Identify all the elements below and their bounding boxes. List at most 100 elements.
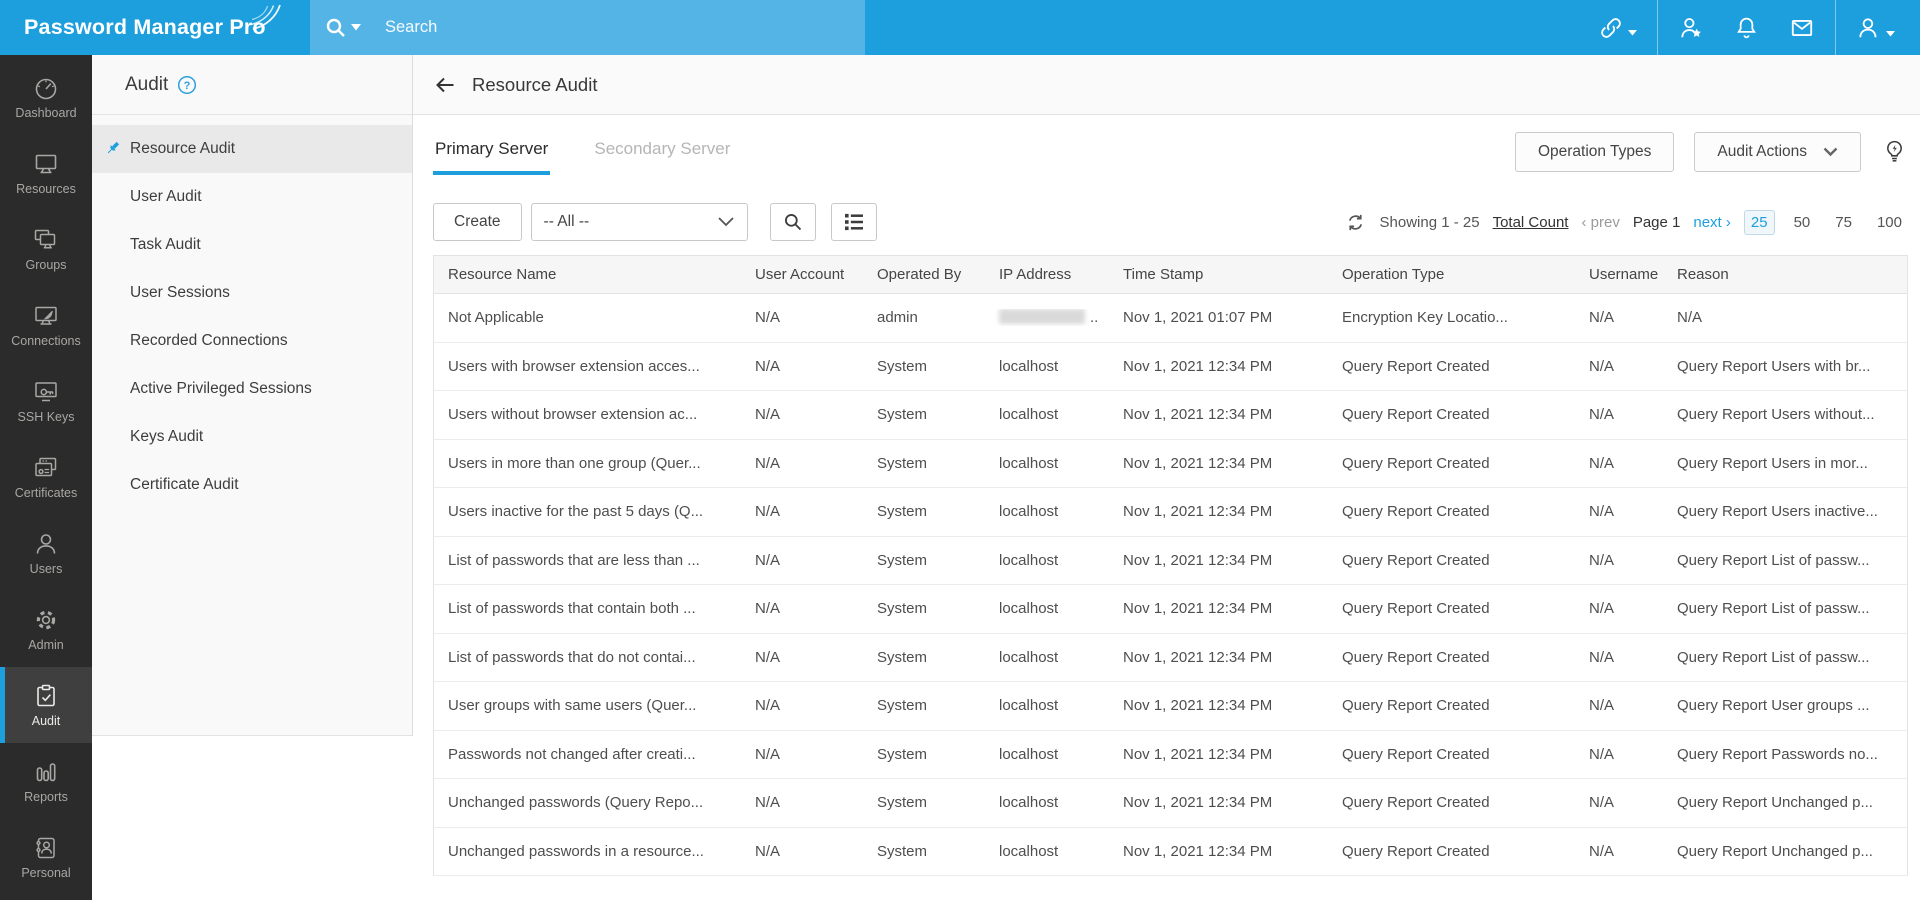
audit-actions-button[interactable]: Audit Actions <box>1694 132 1861 172</box>
back-arrow-icon[interactable] <box>433 73 457 97</box>
cell-time-stamp: Nov 1, 2021 12:34 PM <box>1115 794 1334 811</box>
cell-time-stamp: Nov 1, 2021 12:34 PM <box>1115 649 1334 666</box>
column-header[interactable]: Username <box>1581 266 1669 283</box>
ip-text: localhost <box>999 552 1058 569</box>
total-count-link[interactable]: Total Count <box>1493 214 1569 231</box>
column-header[interactable]: Time Stamp <box>1115 266 1334 283</box>
next-page-link[interactable]: next › <box>1693 214 1731 231</box>
resources-icon <box>33 151 59 177</box>
search-icon <box>324 16 348 40</box>
column-header[interactable]: Operation Type <box>1334 266 1581 283</box>
cell-username: N/A <box>1581 455 1669 472</box>
sidebar-item-dashboard[interactable]: Dashboard <box>0 59 92 135</box>
prev-page-link[interactable]: ‹ prev <box>1581 214 1619 231</box>
page-size-100[interactable]: 100 <box>1871 211 1908 234</box>
profile-icon[interactable] <box>1841 0 1910 55</box>
cell-reason: Query Report Unchanged p... <box>1669 843 1907 860</box>
menu-item-task-audit[interactable]: Task Audit <box>92 221 412 269</box>
operation-types-button[interactable]: Operation Types <box>1515 132 1674 172</box>
topbar-divider <box>1657 0 1658 55</box>
table-row[interactable]: Users in more than one group (Quer... N/… <box>434 440 1907 489</box>
column-header[interactable]: User Account <box>747 266 869 283</box>
cell-user-account: N/A <box>747 600 869 617</box>
notifications-bell-icon[interactable] <box>1719 0 1774 55</box>
cell-operation-type: Query Report Created <box>1334 552 1581 569</box>
table-row[interactable]: Unchanged passwords in a resource... N/A… <box>434 828 1907 877</box>
sidebar-item-connections[interactable]: Connections <box>0 287 92 363</box>
column-header[interactable]: Resource Name <box>434 266 747 283</box>
ip-text: .. <box>1090 309 1098 326</box>
menu-item-resource-audit[interactable]: Resource Audit <box>92 125 412 173</box>
cell-resource-name: List of passwords that are less than ... <box>434 552 747 569</box>
sidebar-item-reports[interactable]: Reports <box>0 743 92 819</box>
help-icon[interactable]: ? <box>177 75 197 95</box>
table-row[interactable]: Users with browser extension acces... N/… <box>434 343 1907 392</box>
sidebar-item-label: Personal <box>21 866 70 880</box>
tab-secondary-server[interactable]: Secondary Server <box>592 129 732 175</box>
cell-operated-by: System <box>869 503 991 520</box>
sidebar-item-users[interactable]: Users <box>0 515 92 591</box>
top-bar: Password Manager Pro Search <box>0 0 1920 55</box>
table-row[interactable]: Not Applicable N/A admin .. Nov 1, 2021 … <box>434 294 1907 343</box>
column-chooser-button[interactable] <box>831 203 877 241</box>
menu-item-certificate-audit[interactable]: Certificate Audit <box>92 461 412 509</box>
search-caret-icon[interactable] <box>351 24 361 31</box>
cell-resource-name: List of passwords that contain both ... <box>434 600 747 617</box>
table-toolbar: Create -- All -- <box>433 203 1908 241</box>
cell-reason: N/A <box>1669 309 1907 326</box>
tab-primary-server[interactable]: Primary Server <box>433 129 550 175</box>
audit-menu-title: Audit <box>125 74 168 96</box>
quick-connect-icon[interactable] <box>1583 0 1652 55</box>
table-row[interactable]: List of passwords that contain both ... … <box>434 585 1907 634</box>
menu-item-label: User Audit <box>130 188 202 206</box>
sidebar-item-groups[interactable]: Groups <box>0 211 92 287</box>
menu-item-user-sessions[interactable]: User Sessions <box>92 269 412 317</box>
page-size-50[interactable]: 50 <box>1788 211 1817 234</box>
search-icon <box>783 212 803 232</box>
menu-item-label: Keys Audit <box>130 428 203 446</box>
table-row[interactable]: Passwords not changed after creati... N/… <box>434 731 1907 780</box>
page-size-75[interactable]: 75 <box>1829 211 1858 234</box>
sidebar-item-personal[interactable]: Personal <box>0 819 92 895</box>
topbar-divider <box>1835 0 1836 55</box>
column-header[interactable]: Reason <box>1669 266 1907 283</box>
cell-ip-address: localhost <box>991 649 1115 666</box>
sidebar-item-admin[interactable]: Admin <box>0 591 92 667</box>
filter-select[interactable]: -- All -- <box>531 203 748 241</box>
pushpin-icon[interactable] <box>105 140 123 158</box>
ip-text: localhost <box>999 697 1058 714</box>
menu-item-recorded-connections[interactable]: Recorded Connections <box>92 317 412 365</box>
cell-user-account: N/A <box>747 697 869 714</box>
column-header[interactable]: Operated By <box>869 266 991 283</box>
page-indicator: Page 1 <box>1633 214 1681 231</box>
cell-time-stamp: Nov 1, 2021 01:07 PM <box>1115 309 1334 326</box>
sidebar-item-audit[interactable]: Audit <box>0 667 92 743</box>
global-search[interactable]: Search <box>310 0 865 55</box>
menu-item-keys-audit[interactable]: Keys Audit <box>92 413 412 461</box>
cell-operated-by: System <box>869 552 991 569</box>
table-row[interactable]: Users without browser extension ac... N/… <box>434 391 1907 440</box>
table-row[interactable]: Unchanged passwords (Query Repo... N/A S… <box>434 779 1907 828</box>
sidebar-item-ssh-keys[interactable]: SSH Keys <box>0 363 92 439</box>
lightbulb-tip-icon[interactable] <box>1881 139 1908 166</box>
mail-icon[interactable] <box>1774 0 1830 55</box>
sidebar-item-certificates[interactable]: Certificates <box>0 439 92 515</box>
create-button[interactable]: Create <box>433 203 522 241</box>
chevron-down-icon <box>717 216 735 228</box>
connections-icon <box>33 303 59 329</box>
table-row[interactable]: List of passwords that are less than ...… <box>434 537 1907 586</box>
refresh-icon[interactable] <box>1346 213 1365 232</box>
cell-time-stamp: Nov 1, 2021 12:34 PM <box>1115 552 1334 569</box>
table-row[interactable]: Users inactive for the past 5 days (Q...… <box>434 488 1907 537</box>
menu-item-user-audit[interactable]: User Audit <box>92 173 412 221</box>
page-size-25[interactable]: 25 <box>1744 210 1775 235</box>
search-filter-button[interactable] <box>770 203 816 241</box>
cell-operated-by: System <box>869 746 991 763</box>
table-row[interactable]: List of passwords that do not contai... … <box>434 634 1907 683</box>
menu-item-active-privileged-sessions[interactable]: Active Privileged Sessions <box>92 365 412 413</box>
column-header[interactable]: IP Address <box>991 266 1115 283</box>
cell-time-stamp: Nov 1, 2021 12:34 PM <box>1115 697 1334 714</box>
access-requests-icon[interactable] <box>1663 0 1719 55</box>
sidebar-item-resources[interactable]: Resources <box>0 135 92 211</box>
table-row[interactable]: User groups with same users (Quer... N/A… <box>434 682 1907 731</box>
